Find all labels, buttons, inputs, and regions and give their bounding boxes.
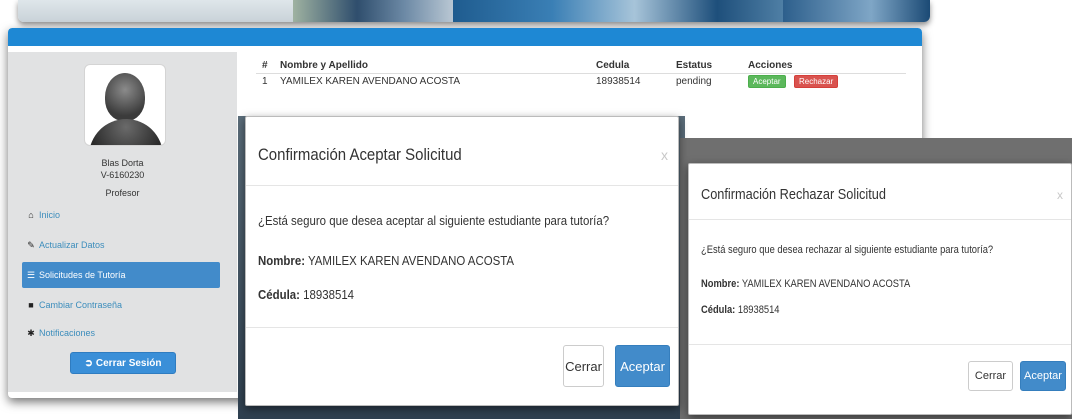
asterisk-icon: ✱ [27,328,35,338]
edit-icon: ✎ [27,240,35,250]
cell-status: pending [676,76,712,87]
cell-name: YAMILEX KAREN AVENDANO ACOSTA [280,76,461,87]
panel-topbar [8,28,922,46]
col-header-status: Estatus [676,60,713,71]
requests-table: # Nombre y Apellido Cedula Estatus Accio… [256,58,906,90]
modal-footer [246,327,678,407]
home-icon: ⌂ [28,210,34,220]
cedula-value: 18938514 [303,287,355,302]
accept-confirmation-modal: Confirmación Aceptar Solicitud x ¿Está s… [245,116,679,406]
user-id: V-6160230 [100,170,145,180]
modal-student-name: Nombre: YAMILEX KAREN AVENDANO ACOSTA [701,278,910,290]
col-header-actions: Acciones [748,60,793,71]
modal-title: Confirmación Aceptar Solicitud [258,145,462,164]
sidebar-item-label: Inicio [39,210,61,220]
modal-student-cedula: Cédula: 18938514 [701,304,780,316]
logout-icon: ➲ [84,357,93,369]
cedula-label: Cédula: [258,287,300,302]
modal-footer [689,344,1071,416]
sidebar-item-inicio[interactable]: ⌂ Inicio [22,202,220,228]
cell-cedula: 18938514 [596,76,641,87]
sidebar-item-solicitudes[interactable]: ☰ Solicitudes de Tutoría [22,262,220,288]
sidebar-item-label: Notificaciones [39,328,96,338]
cell-num: 1 [262,76,268,87]
modal-question: ¿Está seguro que desea aceptar al siguie… [258,213,610,228]
header-banner [18,0,930,22]
reject-request-button[interactable]: Rechazar [794,75,839,88]
col-header-num: # [262,60,268,71]
close-button[interactable]: Cerrar [563,345,604,387]
name-label: Nombre: [701,278,740,290]
confirm-reject-button[interactable]: Aceptar [1020,361,1066,391]
cedula-value: 18938514 [737,304,780,316]
sidebar-item-cambiar-contrasena[interactable]: ■ Cambiar Contraseña [22,292,220,318]
logout-label: Cerrar Sesión [95,357,162,369]
name-value: YAMILEX KAREN AVENDANO ACOSTA [308,253,515,268]
sidebar-item-label: Cambiar Contraseña [39,300,123,310]
close-button[interactable]: Cerrar [968,361,1013,391]
avatar-head-shape [105,73,145,121]
sidebar-item-notificaciones[interactable]: ✱ Notificaciones [22,320,220,346]
modal-student-cedula: Cédula: 18938514 [258,287,354,302]
modal-title: Confirmación Rechazar Solicitud [701,186,886,203]
sidebar-item-label: Actualizar Datos [39,240,105,250]
col-header-cedula: Cedula [596,60,630,71]
sidebar-item-actualizar-datos[interactable]: ✎ Actualizar Datos [22,232,220,258]
user-role: Profesor [105,188,140,198]
table-row: 1 YAMILEX KAREN AVENDANO ACOSTA 18938514… [256,74,906,90]
name-label: Nombre: [258,253,306,268]
sidebar: Blas Dorta V-6160230 Profesor ⌂ Inicio ✎… [8,52,237,392]
lock-icon: ■ [28,300,34,310]
accept-request-button[interactable]: Aceptar [748,75,786,88]
logout-button[interactable]: ➲ Cerrar Sesión [70,352,176,374]
avatar [84,64,166,146]
reject-confirmation-modal: Confirmación Rechazar Solicitud x ¿Está … [688,163,1072,415]
sidebar-item-label: Solicitudes de Tutoría [39,270,126,280]
avatar-shoulders-shape [89,119,163,145]
user-name: Blas Dorta [101,158,144,168]
col-header-name: Nombre y Apellido [280,60,368,71]
modal-student-name: Nombre: YAMILEX KAREN AVENDANO ACOSTA [258,253,514,268]
banner-image-center [453,0,783,22]
table-header: # Nombre y Apellido Cedula Estatus Accio… [256,58,906,74]
modal-close-icon[interactable]: x [1057,188,1063,202]
cedula-label: Cédula: [701,304,736,316]
modal-question: ¿Está seguro que desea rechazar al sigui… [701,244,994,256]
name-value: YAMILEX KAREN AVENDANO ACOSTA [741,278,911,290]
banner-image-left [293,0,453,22]
list-icon: ☰ [26,270,36,280]
modal-close-icon[interactable]: x [661,147,668,163]
confirm-accept-button[interactable]: Aceptar [615,345,670,387]
banner-image-right [783,0,930,22]
